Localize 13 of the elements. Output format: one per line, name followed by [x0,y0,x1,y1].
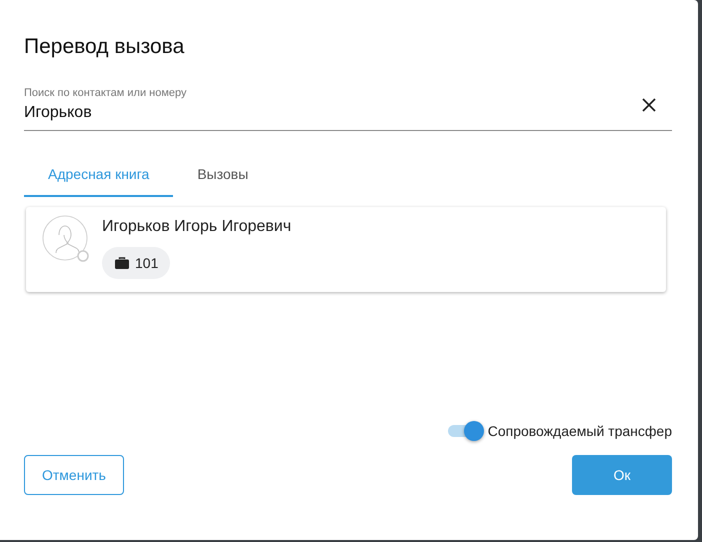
field-value: Игорьков [24,103,93,123]
close-icon[interactable] [642,98,656,112]
extension-number: 101 [135,255,158,271]
contact-name: Игорьков Игорь Игоревич [102,217,292,237]
search-field[interactable]: Поиск по контактам или номеру Игорьков [24,86,672,131]
toggle-label: Сопровождаемый трансфер [488,423,672,439]
briefcase-icon [115,257,129,269]
field-label: Поиск по контактам или номеру [24,86,188,100]
tab[interactable]: Вызовы [173,153,272,197]
contact-card[interactable]: Игорьков Игорь Игоревич 101 [26,207,666,292]
avatar-icon [42,215,90,263]
toggle-switch[interactable] [448,421,484,441]
dialog-title: Перевод вызова [24,34,186,60]
